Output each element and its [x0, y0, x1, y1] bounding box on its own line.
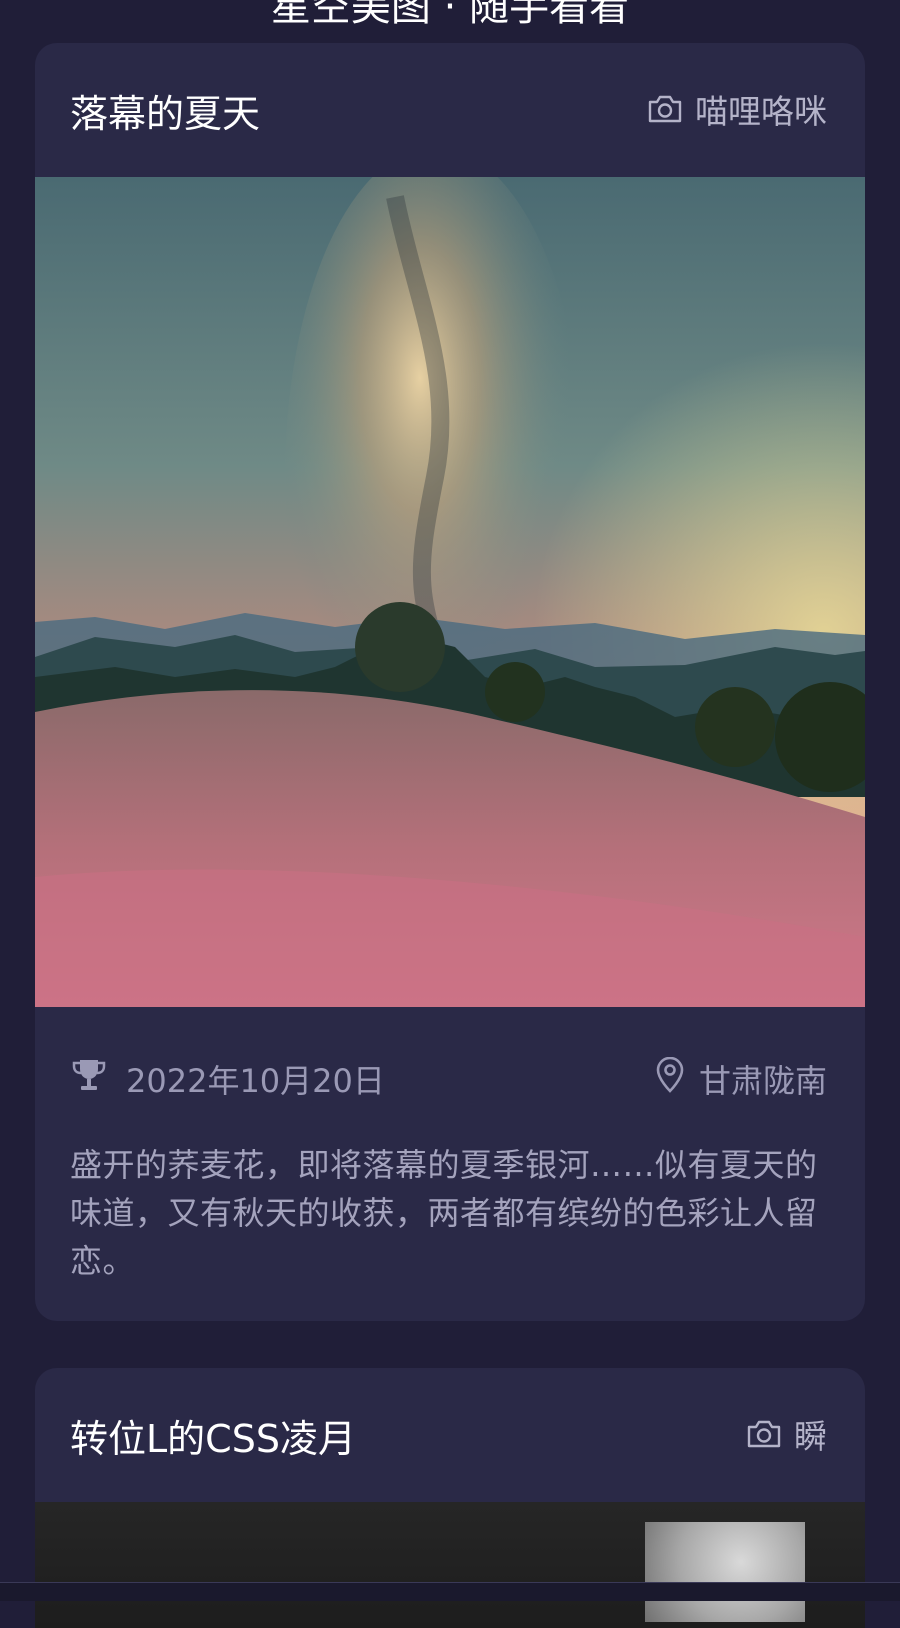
page-title: 星空美图 · 随手看看 — [270, 0, 630, 30]
photo-description: 盛开的荞麦花，即将落幕的夏季银河……似有夏天的味道，又有秋天的收获，两者都有缤纷… — [70, 1146, 818, 1280]
location-info[interactable]: 甘肃陇南 — [655, 1056, 827, 1102]
camera-icon — [647, 94, 683, 124]
author-name[interactable]: 喵哩咯咪 — [695, 85, 827, 133]
trophy-icon — [70, 1057, 108, 1101]
photo-date: 2022年10月20日 — [126, 1062, 385, 1100]
card-title: 落幕的夏天 — [70, 92, 261, 136]
moon-thumbnail — [645, 1522, 805, 1622]
date-info: 2022年10月20日 — [70, 1056, 385, 1102]
author-info[interactable]: 喵哩咯咪 — [647, 85, 827, 133]
card-title: 转位L的CSS凌月 — [70, 1417, 356, 1461]
author-name[interactable]: 瞬 — [794, 1410, 827, 1458]
photo-meta: 2022年10月20日 甘肃陇南 — [70, 1056, 827, 1106]
photo-card[interactable]: 落幕的夏天 喵哩咯咪 2022年10月20日 甘肃陇南 盛开的荞麦花，即将落幕的… — [35, 43, 865, 1321]
photo-location[interactable]: 甘肃陇南 — [699, 1056, 827, 1102]
camera-icon — [746, 1419, 782, 1449]
author-info[interactable]: 瞬 — [746, 1410, 827, 1458]
location-pin-icon — [655, 1056, 685, 1101]
milky-way-photo[interactable] — [35, 177, 865, 1007]
bottom-tab-bar[interactable] — [0, 1582, 900, 1601]
